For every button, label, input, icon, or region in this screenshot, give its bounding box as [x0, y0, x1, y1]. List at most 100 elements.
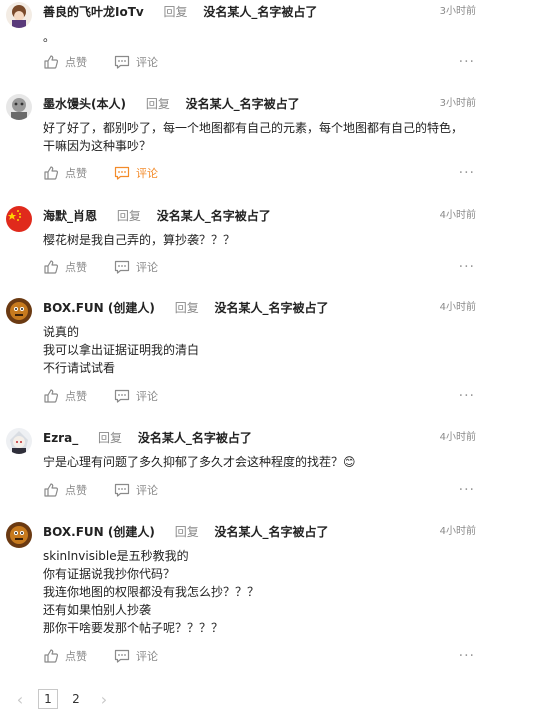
- more-options-button[interactable]: ···: [459, 257, 475, 277]
- like-button[interactable]: 点赞: [43, 257, 87, 277]
- comment-bubble-icon: [114, 55, 130, 69]
- comment-actions: 点赞 评论 ···: [43, 257, 475, 277]
- comment-header: BOX.FUN (创建人) 回复 没名某人_名字被占了: [43, 298, 478, 318]
- author-name[interactable]: 海默_肖恩: [43, 209, 97, 223]
- reply-target-name[interactable]: 没名某人_名字被占了: [203, 5, 317, 19]
- author-name[interactable]: Ezra_: [43, 431, 78, 445]
- reply-label: 回复: [174, 301, 199, 315]
- reply-target-name[interactable]: 没名某人_名字被占了: [186, 97, 300, 111]
- reply-action-label: 评论: [136, 56, 158, 69]
- timestamp: 4小时前: [439, 210, 476, 221]
- author-name[interactable]: 善良的飞叶龙IoTv: [43, 5, 144, 19]
- reply-target-name[interactable]: 没名某人_名字被占了: [138, 431, 252, 445]
- avatar[interactable]: [6, 522, 32, 548]
- more-icon: ···: [458, 388, 475, 404]
- timestamp: 4小时前: [439, 526, 476, 537]
- right-gutter: [498, 0, 534, 719]
- author-name[interactable]: BOX.FUN (创建人): [43, 525, 155, 539]
- more-icon: ···: [458, 165, 475, 181]
- thumbs-up-icon: [44, 166, 59, 180]
- timestamp: 4小时前: [439, 302, 476, 313]
- comment-text: 。: [43, 30, 56, 44]
- more-icon: ···: [458, 259, 475, 275]
- thumbs-up-icon: [44, 649, 59, 663]
- comment-actions: 点赞 评论 ···: [43, 163, 475, 183]
- reply-button[interactable]: 评论: [114, 52, 158, 72]
- comment-bubble-icon: [114, 260, 130, 274]
- thumbs-up-icon: [44, 55, 59, 69]
- like-button[interactable]: 点赞: [43, 52, 87, 72]
- like-label: 点赞: [65, 261, 87, 274]
- comment-bubble-icon: [114, 483, 130, 497]
- comment-text: 说真的 我可以拿出证据证明我的清白 不行请试试看: [43, 325, 200, 375]
- reply-action-label: 评论: [136, 390, 158, 403]
- timestamp: 3小时前: [439, 98, 476, 109]
- page-1-button[interactable]: 1: [38, 689, 58, 709]
- reply-action-label: 评论: [136, 484, 158, 497]
- more-icon: ···: [458, 54, 475, 70]
- avatar[interactable]: [6, 428, 32, 454]
- thumbs-up-icon: [44, 483, 59, 497]
- reply-action-label: 评论: [136, 650, 158, 663]
- comment-actions: 点赞 评论 ···: [43, 52, 475, 72]
- comment-header: 善良的飞叶龙IoTv 回复 没名某人_名字被占了: [43, 2, 478, 22]
- like-label: 点赞: [65, 56, 87, 69]
- like-button[interactable]: 点赞: [43, 646, 87, 666]
- comment-item: 墨水馒头(本人) 回复 没名某人_名字被占了 3小时前 好了好了，都别吵了，每一…: [0, 94, 498, 186]
- reply-button[interactable]: 评论: [114, 480, 158, 500]
- reply-button[interactable]: 评论: [114, 646, 158, 666]
- avatar[interactable]: [6, 2, 32, 28]
- comment-header: 墨水馒头(本人) 回复 没名某人_名字被占了: [43, 94, 478, 114]
- reply-target-name[interactable]: 没名某人_名字被占了: [215, 301, 329, 315]
- reply-target-name[interactable]: 没名某人_名字被占了: [215, 525, 329, 539]
- comment-actions: 点赞 评论 ···: [43, 480, 475, 500]
- reply-action-label: 评论: [136, 167, 158, 180]
- reply-button[interactable]: 评论: [114, 163, 158, 183]
- reply-action-label: 评论: [136, 261, 158, 274]
- comment-bubble-icon: [114, 649, 130, 663]
- more-icon: ···: [458, 482, 475, 498]
- like-button[interactable]: 点赞: [43, 386, 87, 406]
- more-options-button[interactable]: ···: [459, 163, 475, 183]
- comment-bubble-icon: [114, 389, 130, 403]
- comment-actions: 点赞 评论 ···: [43, 646, 475, 666]
- thumbs-up-icon: [44, 389, 59, 403]
- comment-item: 海默_肖恩 回复 没名某人_名字被占了 4小时前 樱花树是我自己弄的，算抄袭？？…: [0, 206, 498, 280]
- timestamp: 4小时前: [439, 432, 476, 443]
- reply-label: 回复: [174, 525, 199, 539]
- author-name[interactable]: BOX.FUN (创建人): [43, 301, 155, 315]
- more-options-button[interactable]: ···: [459, 386, 475, 406]
- thumbs-up-icon: [44, 260, 59, 274]
- comment-header: BOX.FUN (创建人) 回复 没名某人_名字被占了: [43, 522, 478, 542]
- like-button[interactable]: 点赞: [43, 163, 87, 183]
- avatar[interactable]: [6, 298, 32, 324]
- comment-item: BOX.FUN (创建人) 回复 没名某人_名字被占了 4小时前 说真的 我可以…: [0, 298, 498, 408]
- comment-text: skinInvisible是五秒教我的 你有证据说我抄你代码？ 我连你地图的权限…: [43, 549, 260, 635]
- comment-list-panel: 善良的飞叶龙IoTv 回复 没名某人_名字被占了 3小时前 。 点赞 评论 ··…: [0, 0, 498, 719]
- like-label: 点赞: [65, 167, 87, 180]
- comment-header: Ezra_ 回复 没名某人_名字被占了: [43, 428, 478, 448]
- more-options-button[interactable]: ···: [459, 480, 475, 500]
- prev-page-button[interactable]: ‹: [10, 689, 30, 709]
- more-options-button[interactable]: ···: [459, 646, 475, 666]
- like-label: 点赞: [65, 650, 87, 663]
- comment-text: 宁是心理有问题了多久抑郁了多久才会这种程度的找茬？😊: [43, 455, 356, 469]
- comment-bubble-icon: [114, 166, 130, 180]
- timestamp: 3小时前: [439, 6, 476, 17]
- comment-header: 海默_肖恩 回复 没名某人_名字被占了: [43, 206, 478, 226]
- comment-text: 樱花树是我自己弄的，算抄袭？？？: [43, 233, 236, 247]
- reply-button[interactable]: 评论: [114, 386, 158, 406]
- comment-text: 好了好了，都别吵了，每一个地图都有自己的元素，每个地图都有自己的特色，干嘛因为这…: [43, 121, 464, 153]
- next-page-button[interactable]: ›: [94, 689, 114, 709]
- reply-button[interactable]: 评论: [114, 257, 158, 277]
- reply-target-name[interactable]: 没名某人_名字被占了: [157, 209, 271, 223]
- more-options-button[interactable]: ···: [459, 52, 475, 72]
- like-label: 点赞: [65, 484, 87, 497]
- author-name[interactable]: 墨水馒头(本人): [43, 97, 126, 111]
- reply-label: 回复: [116, 209, 141, 223]
- avatar[interactable]: [6, 206, 32, 232]
- comment-actions: 点赞 评论 ···: [43, 386, 475, 406]
- like-button[interactable]: 点赞: [43, 480, 87, 500]
- page-2-button[interactable]: 2: [66, 689, 86, 709]
- avatar[interactable]: [6, 94, 32, 120]
